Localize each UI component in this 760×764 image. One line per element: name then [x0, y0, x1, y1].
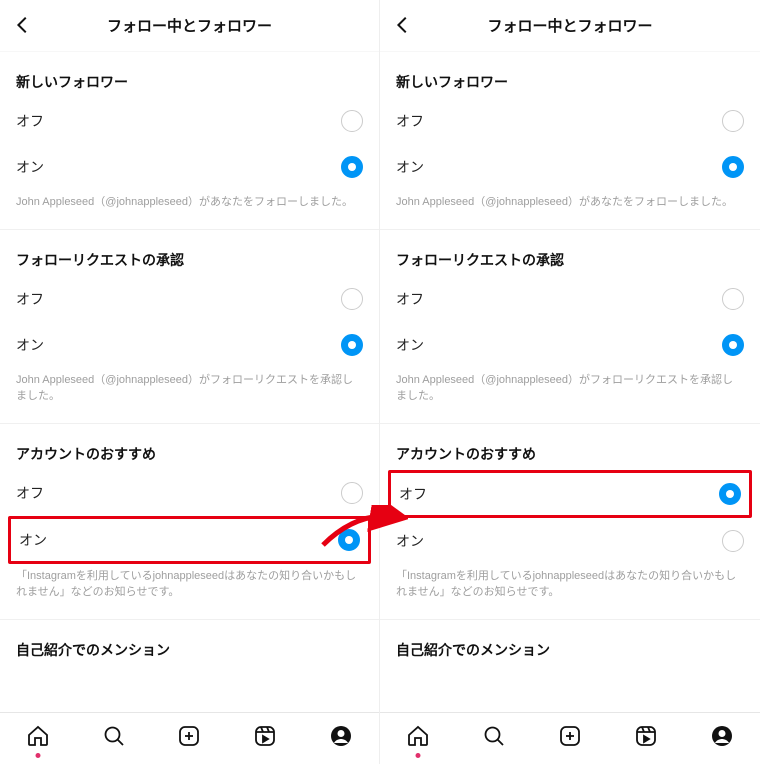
option-new-followers-off[interactable]: オフ — [0, 98, 379, 144]
radio-selected-icon — [341, 334, 363, 356]
hint-new-followers: John Appleseed（@johnappleseed）があなたをフォローし… — [380, 190, 760, 230]
option-label: オフ — [396, 111, 424, 131]
section-account-suggestions-title: アカウントのおすすめ — [380, 424, 760, 470]
option-label: オフ — [16, 111, 44, 131]
hint-account-suggestions: 「Instagramを利用しているjohnappleseedはあなたの知り合いか… — [380, 564, 760, 620]
section-new-followers-title: 新しいフォロワー — [0, 52, 379, 98]
pane-before: フォロー中とフォロワー 新しいフォロワー オフ オン John Applesee… — [0, 0, 380, 764]
nav-home[interactable] — [25, 726, 51, 752]
pane-after: フォロー中とフォロワー 新しいフォロワー オフ オン John Applesee… — [380, 0, 760, 764]
option-label: オン — [396, 531, 424, 551]
hint-new-followers: John Appleseed（@johnappleseed）があなたをフォローし… — [0, 190, 379, 230]
section-new-followers-title: 新しいフォロワー — [380, 52, 760, 98]
page-title: フォロー中とフォロワー — [0, 15, 379, 36]
option-account-suggestions-on[interactable]: オン — [380, 518, 760, 564]
option-new-followers-off[interactable]: オフ — [380, 98, 760, 144]
radio-selected-icon — [719, 483, 741, 505]
option-new-followers-on[interactable]: オン — [380, 144, 760, 190]
chevron-left-icon — [12, 23, 34, 40]
hint-account-suggestions: 「Instagramを利用しているjohnappleseedはあなたの知り合いか… — [0, 564, 379, 620]
option-follow-request-on[interactable]: オン — [0, 322, 379, 368]
radio-selected-icon — [338, 529, 360, 551]
reels-icon — [253, 724, 277, 753]
nav-profile[interactable] — [328, 726, 354, 752]
option-label: オフ — [16, 289, 44, 309]
option-label: オン — [16, 157, 44, 177]
nav-create[interactable] — [176, 726, 202, 752]
option-label: オン — [396, 335, 424, 355]
plus-square-icon — [558, 724, 582, 753]
option-account-suggestions-off[interactable]: オフ — [391, 473, 749, 515]
option-follow-request-on[interactable]: オン — [380, 322, 760, 368]
header: フォロー中とフォロワー — [0, 0, 379, 52]
radio-selected-icon — [722, 156, 744, 178]
back-button[interactable] — [392, 14, 414, 41]
radio-selected-icon — [722, 334, 744, 356]
bottom-nav — [0, 712, 379, 764]
option-account-suggestions-off[interactable]: オフ — [0, 470, 379, 516]
option-label: オフ — [16, 483, 44, 503]
option-follow-request-off[interactable]: オフ — [0, 276, 379, 322]
notification-dot-icon — [416, 753, 421, 758]
nav-home[interactable] — [405, 726, 431, 752]
radio-icon — [722, 530, 744, 552]
chevron-left-icon — [392, 23, 414, 40]
hint-follow-request: John Appleseed（@johnappleseed）がフォローリクエスト… — [0, 368, 379, 424]
nav-search[interactable] — [481, 726, 507, 752]
option-follow-request-off[interactable]: オフ — [380, 276, 760, 322]
header: フォロー中とフォロワー — [380, 0, 760, 52]
back-button[interactable] — [12, 14, 34, 41]
profile-icon — [329, 724, 353, 753]
option-new-followers-on[interactable]: オン — [0, 144, 379, 190]
nav-reels[interactable] — [252, 726, 278, 752]
radio-icon — [341, 110, 363, 132]
nav-profile[interactable] — [709, 726, 735, 752]
profile-icon — [710, 724, 734, 753]
bottom-nav — [380, 712, 760, 764]
home-icon — [406, 724, 430, 753]
radio-icon — [722, 288, 744, 310]
radio-icon — [341, 288, 363, 310]
option-label: オフ — [399, 484, 427, 504]
nav-create[interactable] — [557, 726, 583, 752]
section-account-suggestions-title: アカウントのおすすめ — [0, 424, 379, 470]
settings-content: 新しいフォロワー オフ オン John Appleseed（@johnapple… — [380, 52, 760, 712]
radio-icon — [341, 482, 363, 504]
section-follow-request-title: フォローリクエストの承認 — [380, 230, 760, 276]
reels-icon — [634, 724, 658, 753]
option-label: オン — [19, 530, 47, 550]
settings-content: 新しいフォロワー オフ オン John Appleseed（@johnapple… — [0, 52, 379, 712]
radio-icon — [722, 110, 744, 132]
option-account-suggestions-on[interactable]: オン — [11, 519, 368, 561]
option-label: オン — [396, 157, 424, 177]
notification-dot-icon — [35, 753, 40, 758]
nav-reels[interactable] — [633, 726, 659, 752]
highlight-box: オフ — [388, 470, 752, 518]
section-follow-request-title: フォローリクエストの承認 — [0, 230, 379, 276]
section-bio-mentions-title: 自己紹介でのメンション — [380, 620, 760, 666]
radio-selected-icon — [341, 156, 363, 178]
page-title: フォロー中とフォロワー — [380, 15, 760, 36]
highlight-box: オン — [8, 516, 371, 564]
option-label: オン — [16, 335, 44, 355]
search-icon — [482, 724, 506, 753]
home-icon — [26, 724, 50, 753]
nav-search[interactable] — [101, 726, 127, 752]
search-icon — [102, 724, 126, 753]
section-bio-mentions-title: 自己紹介でのメンション — [0, 620, 379, 666]
plus-square-icon — [177, 724, 201, 753]
option-label: オフ — [396, 289, 424, 309]
hint-follow-request: John Appleseed（@johnappleseed）がフォローリクエスト… — [380, 368, 760, 424]
